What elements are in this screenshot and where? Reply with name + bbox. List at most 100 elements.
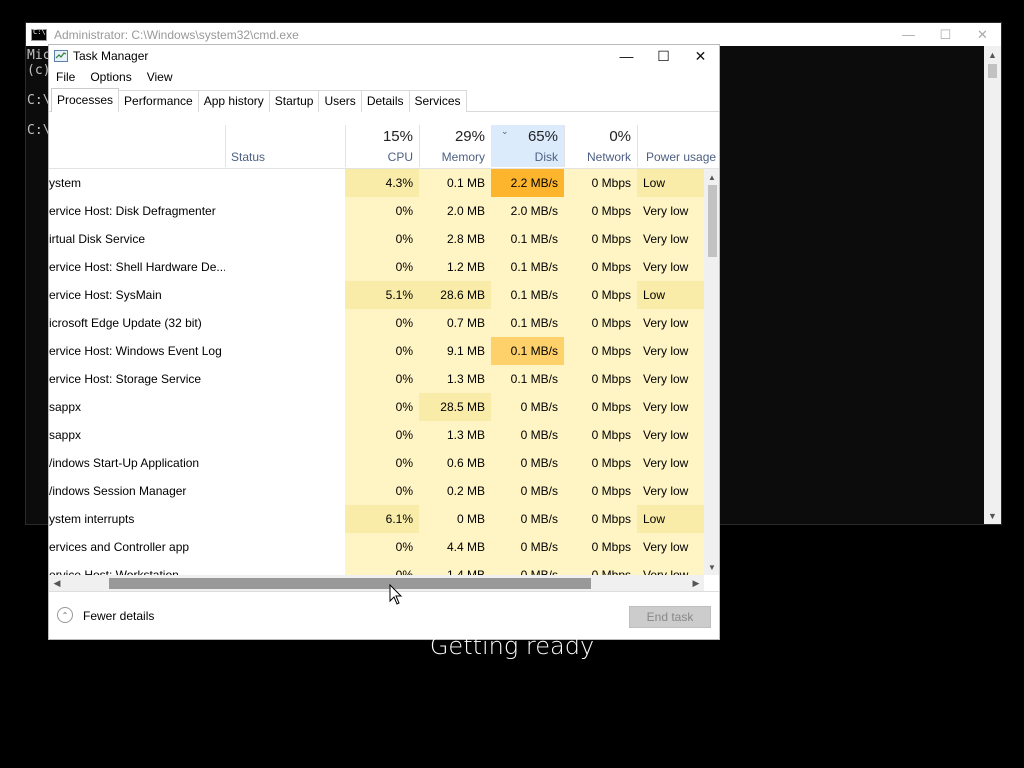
process-disk: 0 MB/s (491, 505, 564, 533)
process-memory: 4.4 MB (419, 533, 491, 561)
minimize-button[interactable]: — (608, 45, 645, 67)
column-cpu[interactable]: 15% CPU (345, 125, 419, 167)
scroll-thumb[interactable] (708, 185, 717, 257)
vertical-scrollbar[interactable]: ▲ ▼ (704, 169, 719, 575)
process-row[interactable]: sappx 0% 28.5 MB 0 MB/s 0 Mbps Very low (49, 393, 704, 421)
process-name: ervice Host: Disk Defragmenter (49, 204, 216, 218)
process-network: 0 Mbps (564, 225, 637, 253)
process-row[interactable]: ystem 4.3% 0.1 MB 2.2 MB/s 0 Mbps Low (49, 169, 704, 197)
process-memory: 0.2 MB (419, 477, 491, 505)
process-disk: 0.1 MB/s (491, 309, 564, 337)
process-network: 0 Mbps (564, 169, 637, 197)
memory-percent: 29% (454, 128, 485, 145)
scroll-thumb[interactable] (109, 578, 591, 589)
fewer-details-link[interactable]: Fewer details (83, 609, 154, 623)
column-header: Status 15% CPU 29% Memory ⌄ 65% Disk 0% … (49, 111, 719, 169)
process-network: 0 Mbps (564, 253, 637, 281)
process-cpu: 0% (345, 225, 419, 253)
tab-users[interactable]: Users (318, 90, 362, 112)
scroll-up-arrow-icon[interactable]: ▲ (984, 46, 1001, 63)
menu-file[interactable]: File (56, 70, 75, 84)
process-disk: 0 MB/s (491, 533, 564, 561)
process-power: Very low (637, 197, 704, 225)
process-disk: 0.1 MB/s (491, 337, 564, 365)
process-power: Very low (637, 477, 704, 505)
column-status[interactable]: Status (225, 125, 345, 167)
process-power: Very low (637, 561, 704, 575)
process-disk: 0.1 MB/s (491, 281, 564, 309)
column-memory[interactable]: 29% Memory (419, 125, 491, 167)
process-row[interactable]: /indows Session Manager 0% 0.2 MB 0 MB/s 0 M… (49, 477, 704, 505)
scroll-thumb[interactable] (988, 64, 997, 78)
process-power: Very low (637, 533, 704, 561)
process-power: Low (637, 281, 704, 309)
menu-options[interactable]: Options (90, 70, 131, 84)
maximize-button[interactable]: ☐ (927, 23, 964, 46)
process-row[interactable]: icrosoft Edge Update (32 bit) 0% 0.7 MB 0.1… (49, 309, 704, 337)
tab-processes[interactable]: Processes (51, 88, 120, 112)
process-memory: 28.6 MB (419, 281, 491, 309)
process-row[interactable]: irtual Disk Service 0% 2.8 MB 0.1 MB/s 0 Mbp… (49, 225, 704, 253)
process-row[interactable]: ervice Host: Workstation 0% 1.4 MB 0 MB/s 0 … (49, 561, 704, 575)
process-row[interactable]: ervice Host: SysMain 5.1% 28.6 MB 0.1 MB/s 0… (49, 281, 704, 309)
menu-view[interactable]: View (147, 70, 173, 84)
minimize-button[interactable]: — (890, 23, 927, 46)
scroll-left-arrow-icon[interactable]: ◀ (49, 575, 65, 591)
process-disk: 0.1 MB/s (491, 253, 564, 281)
scroll-down-arrow-icon[interactable]: ▼ (704, 559, 719, 575)
maximize-button[interactable]: ☐ (645, 45, 682, 67)
tab-startup[interactable]: Startup (268, 90, 320, 112)
process-cpu: 0% (345, 337, 419, 365)
process-power: Very low (637, 393, 704, 421)
process-network: 0 Mbps (564, 505, 637, 533)
disk-percent: 65% (527, 128, 558, 145)
process-row[interactable]: ystem interrupts 6.1% 0 MB 0 MB/s 0 Mbps Low (49, 505, 704, 533)
cmd-icon (31, 28, 47, 41)
column-power-usage[interactable]: Power usage (637, 125, 719, 167)
process-row[interactable]: sappx 0% 1.3 MB 0 MB/s 0 Mbps Very low (49, 421, 704, 449)
process-name: /indows Start-Up Application (49, 456, 200, 470)
process-network: 0 Mbps (564, 561, 637, 575)
process-cpu: 0% (345, 365, 419, 393)
cmd-output: Mic (c) C:\ C:\ (27, 48, 51, 138)
chevron-up-icon[interactable]: ⌃ (57, 607, 73, 623)
tab-performance[interactable]: Performance (118, 90, 199, 112)
task-manager-titlebar[interactable]: Task Manager — ☐ ✕ (49, 45, 719, 69)
process-row[interactable]: ervice Host: Storage Service 0% 1.3 MB 0.1 … (49, 365, 704, 393)
cmd-titlebar[interactable]: Administrator: C:\Windows\system32\cmd.e… (26, 23, 1001, 46)
horizontal-scrollbar[interactable]: ◀ ▶ (49, 575, 704, 591)
column-network[interactable]: 0% Network (564, 125, 637, 167)
process-row[interactable]: ervice Host: Windows Event Log 0% 9.1 MB 0.… (49, 337, 704, 365)
tab-app-history[interactable]: App history (197, 90, 270, 112)
process-memory: 28.5 MB (419, 393, 491, 421)
scroll-down-arrow-icon[interactable]: ▼ (984, 507, 1001, 524)
cmd-scrollbar[interactable]: ▲ ▼ (984, 46, 1001, 524)
column-disk[interactable]: ⌄ 65% Disk (491, 125, 564, 167)
process-row[interactable]: ervice Host: Disk Defragmenter 0% 2.0 MB 2.… (49, 197, 704, 225)
process-row[interactable]: ervice Host: Shell Hardware De... 0% 1.2 M… (49, 253, 704, 281)
process-cpu: 0% (345, 309, 419, 337)
process-name: ervices and Controller app (49, 540, 190, 554)
process-network: 0 Mbps (564, 421, 637, 449)
process-disk: 0 MB/s (491, 477, 564, 505)
process-network: 0 Mbps (564, 197, 637, 225)
process-row[interactable]: /indows Start-Up Application 0% 0.6 MB 0 MB… (49, 449, 704, 477)
process-name: /indows Session Manager (49, 484, 187, 498)
scroll-up-arrow-icon[interactable]: ▲ (704, 169, 719, 185)
process-disk: 0.1 MB/s (491, 225, 564, 253)
process-cpu: 5.1% (345, 281, 419, 309)
end-task-button[interactable]: End task (629, 606, 711, 628)
process-power: Very low (637, 225, 704, 253)
scroll-right-arrow-icon[interactable]: ▶ (688, 575, 704, 591)
process-memory: 1.3 MB (419, 421, 491, 449)
process-cpu: 0% (345, 449, 419, 477)
process-network: 0 Mbps (564, 393, 637, 421)
process-power: Very low (637, 309, 704, 337)
close-button[interactable]: ✕ (682, 45, 719, 67)
process-network: 0 Mbps (564, 477, 637, 505)
tab-details[interactable]: Details (360, 90, 410, 112)
process-row[interactable]: ervices and Controller app 0% 4.4 MB 0 MB/s… (49, 533, 704, 561)
tab-services[interactable]: Services (408, 90, 467, 112)
process-memory: 1.4 MB (419, 561, 491, 575)
close-button[interactable]: ✕ (964, 23, 1001, 46)
